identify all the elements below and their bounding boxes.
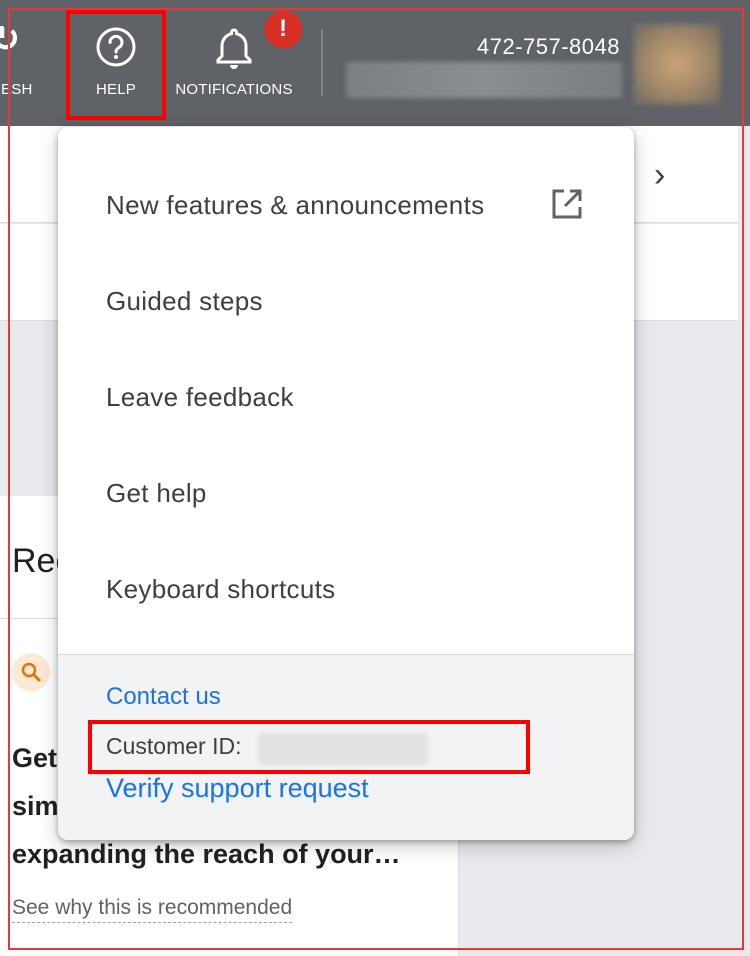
avatar[interactable] [634,24,720,104]
bell-icon [215,26,253,75]
menu-item-label: Get help [106,477,207,508]
menu-item-label: New features & announcements [106,189,485,220]
menu-item-label: Guided steps [106,285,263,316]
customer-id-label: Customer ID: [106,733,242,759]
search-icon [12,653,50,691]
refresh-button[interactable]: ↻ RESH [0,0,42,126]
menu-item-get-help[interactable]: Get help [58,445,634,541]
open-in-new-icon [550,187,584,228]
menu-item-new-features[interactable]: New features & announcements [58,157,634,253]
account-name-redacted [346,62,622,98]
chevron-right-icon[interactable]: › [654,156,665,195]
menu-item-guided-steps[interactable]: Guided steps [58,253,634,349]
notification-alert-badge: ! [264,10,302,48]
verify-support-request-link[interactable]: Verify support request [106,773,369,804]
account-phone: 472-757-8048 [476,34,620,59]
menu-item-keyboard-shortcuts[interactable]: Keyboard shortcuts [58,541,634,637]
see-why-link[interactable]: See why this is recommended [12,896,293,923]
top-bar: ↻ RESH HELP ! NOTIFICATIONS 472-757-8048 [0,0,750,126]
help-icon [95,26,137,73]
help-label: HELP [96,81,136,98]
menu-item-leave-feedback[interactable]: Leave feedback [58,349,634,445]
help-menu: New features & announcements Guided step… [58,127,634,840]
notifications-button[interactable]: ! NOTIFICATIONS [168,0,302,126]
customer-id-redacted [258,733,428,765]
contact-us-link[interactable]: Contact us [106,683,221,711]
menu-item-label: Keyboard shortcuts [106,573,336,604]
refresh-label: RESH [0,81,33,98]
menu-item-label: Leave feedback [106,381,294,412]
topbar-divider [321,30,323,96]
notifications-label: NOTIFICATIONS [175,81,293,98]
help-button[interactable]: HELP [70,0,162,126]
menu-footer: Contact us Customer ID: Verify support r… [58,654,634,840]
refresh-icon: ↻ [0,18,21,59]
